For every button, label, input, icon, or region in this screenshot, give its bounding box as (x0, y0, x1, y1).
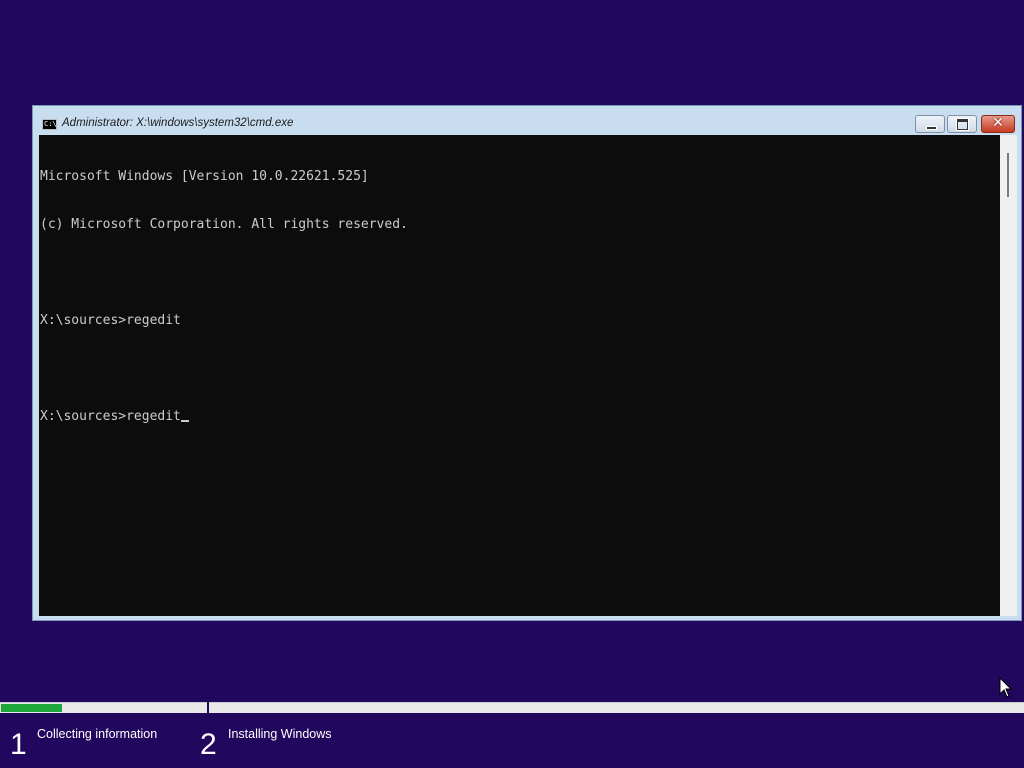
console-prompt: X:\sources>regedit (40, 409, 181, 424)
step-2-number: 2 (200, 728, 217, 761)
cmd-window[interactable]: C:\ Administrator: X:\windows\system32\c… (32, 105, 1022, 621)
mouse-pointer-icon (999, 677, 1013, 698)
console-line: Microsoft Windows [Version 10.0.22621.52… (40, 169, 369, 184)
console-output[interactable]: Microsoft Windows [Version 10.0.22621.52… (39, 135, 1000, 616)
setup-progress-fill (1, 704, 62, 712)
console-line: X:\sources>regedit (40, 313, 181, 328)
scrollbar-thumb[interactable] (1007, 153, 1009, 197)
maximize-icon (957, 119, 968, 130)
close-icon: ✕ (992, 115, 1004, 131)
cmd-icon[interactable]: C:\ (42, 119, 57, 130)
setup-progress-bar (0, 702, 1024, 713)
step-2-label: Installing Windows (228, 727, 332, 741)
step-1-number: 1 (10, 728, 27, 761)
window-titlebar[interactable]: C:\ Administrator: X:\windows\system32\c… (33, 106, 1021, 136)
window-title: Administrator: X:\windows\system32\cmd.e… (62, 117, 294, 129)
step-1-label: Collecting information (37, 727, 158, 741)
console-line: (c) Microsoft Corporation. All rights re… (40, 217, 408, 232)
console-prompt-line[interactable]: X:\sources>regedit (40, 409, 999, 425)
vertical-scrollbar[interactable] (1000, 135, 1017, 616)
minimize-button[interactable] (915, 115, 945, 133)
minimize-icon (926, 126, 937, 130)
text-cursor (180, 420, 189, 422)
maximize-button[interactable] (947, 115, 977, 133)
close-button[interactable]: ✕ (981, 115, 1015, 133)
progress-step-divider (207, 700, 209, 714)
